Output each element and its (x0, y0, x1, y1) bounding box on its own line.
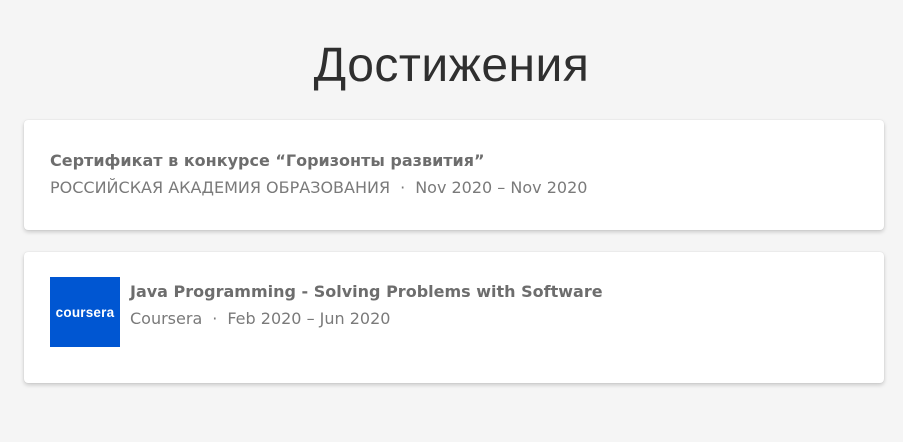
meta-separator: · (212, 309, 218, 328)
achievement-dates: Feb 2020 – Jun 2020 (227, 309, 391, 328)
achievement-meta: РОССИЙСКАЯ АКАДЕМИЯ ОБРАЗОВАНИЯ · Nov 2020… (50, 178, 587, 198)
coursera-logo: coursera (50, 277, 120, 347)
achievement-title: Сертификат в конкурсе “Горизонты развити… (50, 151, 485, 170)
section-title: Достижения (313, 39, 590, 92)
achievement-issuer: РОССИЙСКАЯ АКАДЕМИЯ ОБРАЗОВАНИЯ (50, 178, 391, 197)
achievement-content: Сертификат в конкурсе “Горизонты развити… (50, 151, 587, 198)
achievement-title: Java Programming - Solving Problems with… (130, 282, 603, 301)
achievement-meta: Coursera · Feb 2020 – Jun 2020 (130, 309, 603, 329)
achievement-card[interactable]: coursera Java Programming - Solving Prob… (24, 252, 884, 383)
achievement-issuer: Coursera (130, 309, 203, 328)
achievement-card[interactable]: Сертификат в конкурсе “Горизонты развити… (24, 120, 884, 230)
logo-text: coursera (55, 304, 115, 320)
meta-separator: · (400, 178, 406, 197)
achievement-content: Java Programming - Solving Problems with… (130, 282, 603, 329)
achievements-page: Достижения Сертификат в конкурсе “Горизо… (0, 0, 903, 442)
achievement-dates: Nov 2020 – Nov 2020 (415, 178, 588, 197)
